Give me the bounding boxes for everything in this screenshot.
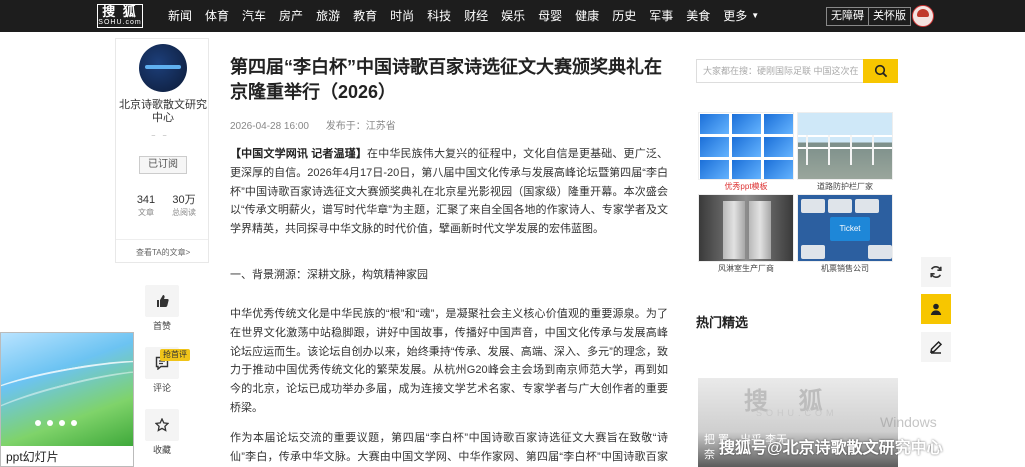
follow-button[interactable]: 已订阅 [139, 156, 187, 174]
star-icon[interactable] [145, 409, 179, 441]
like-action[interactable]: 首赞 [145, 285, 179, 333]
nav-item[interactable]: 时尚 [390, 0, 414, 32]
nav-item[interactable]: 教育 [353, 0, 377, 32]
logo-subtext: SOHU.com [98, 19, 142, 26]
reads-stat: 30万 总阅读 [166, 194, 202, 219]
ppt-popup-label[interactable]: ppt幻灯片 [6, 449, 59, 465]
article-paragraph-1-text: 在中华民族伟大复兴的征程中，文化自信是更基础、更广泛、更深厚的自信。2026年4… [230, 148, 669, 236]
publish-origin: 发布于：江苏省 [325, 121, 396, 132]
user-icon [930, 303, 942, 315]
ticket-key-label: Ticket [830, 217, 870, 241]
ppt-popup-ad[interactable]: ppt幻灯片 [0, 332, 134, 467]
nav-more-menu[interactable]: 更多 ▼ [723, 0, 759, 32]
see-author-articles-link[interactable]: 查看TA的文章> [136, 247, 190, 258]
search-input[interactable]: 大家都在搜：硬刚国际足联 中国这次在 [696, 59, 863, 83]
article-lead: 【中国文学网讯 记者温瑾】 [230, 148, 368, 160]
nav-item[interactable]: 母婴 [538, 0, 562, 32]
reads-count: 30万 [172, 194, 196, 206]
accessibility-button[interactable]: 无障碍 [827, 8, 868, 25]
article-title: 第四届“李白杯”中国诗歌百家诗选征文大赛颁奖典礼在京隆重举行（2026） [230, 57, 662, 102]
nav-item[interactable]: 美食 [686, 0, 710, 32]
windows-activation-watermark: Windows [880, 414, 937, 430]
like-label: 首赞 [152, 321, 171, 331]
sohu-account-button[interactable] [921, 294, 951, 324]
author-name[interactable]: 北京诗歌散文研究中心 [116, 99, 210, 125]
ad-ppt-template[interactable]: 优秀ppt模板 [698, 112, 794, 192]
articles-label: 文章 [138, 208, 154, 217]
sohu-account-watermark: 搜狐号@北京诗歌散文研究中心 [719, 440, 943, 457]
search-icon [874, 64, 887, 78]
ad-ppt-image[interactable] [698, 112, 794, 180]
hot-picks-title: 热门精选 [696, 315, 749, 330]
reads-label: 总阅读 [172, 208, 196, 217]
ad-guardrail-image[interactable] [797, 112, 893, 180]
nav-item[interactable]: 健康 [575, 0, 599, 32]
care-mode-button[interactable]: 关怀版 [868, 8, 910, 25]
nav-item[interactable]: 历史 [612, 0, 636, 32]
article-paragraph-3: 作为本届论坛交流的重要议题，第四届“李白杯”中国诗歌百家诗选征文大赛旨在致敬“诗… [230, 432, 668, 463]
write-button[interactable] [921, 332, 951, 362]
nav-more-label: 更多 [723, 9, 748, 23]
nav-item[interactable]: 新闻 [168, 0, 192, 32]
page: 搜 狐 SOHU.com 新闻 体育 汽车 房产 旅游 教育 时尚 科技 财经 娱乐 母婴 健康 历史军… [0, 0, 1025, 467]
ad-road-guardrail[interactable]: 道路防护栏厂家 [797, 112, 893, 192]
top-navigation-bar: 搜 狐 SOHU.com 新闻 体育 汽车 房产 旅游 教育 时尚 科技 财经 娱乐 母婴 健康 历史军… [0, 0, 1025, 32]
channel-nav: 新闻 体育 汽车 房产 旅游 教育 时尚 科技 财经 娱乐 母婴 健康 历史 军事 美食 更多 ▼ [168, 0, 772, 32]
search-button[interactable] [863, 59, 898, 83]
nav-item[interactable]: 房产 [279, 0, 303, 32]
author-avatar[interactable] [139, 44, 187, 92]
refresh-icon [930, 266, 942, 278]
nav-item[interactable]: 军事 [649, 0, 673, 32]
ad-caption[interactable]: 机票销售公司 [797, 263, 893, 274]
comment-label: 评论 [152, 383, 171, 393]
article-paragraph-2: 中华优秀传统文化是中华民族的“根”和“魂”，是凝聚社会主义核心价值观的重要源泉。… [230, 308, 668, 414]
first-comment-tag: 抢首评 [160, 349, 190, 361]
search-box: 大家都在搜：硬刚国际足联 中国这次在 [696, 59, 898, 83]
article-section-heading: 一、背景溯源：深耕文脉，构筑精神家园 [230, 269, 428, 281]
nav-item[interactable]: 旅游 [316, 0, 340, 32]
logo-text: 搜 狐 [102, 4, 138, 19]
nav-item[interactable]: 娱乐 [501, 0, 525, 32]
articles-count: 341 [136, 194, 156, 206]
thumbs-up-icon[interactable] [145, 285, 179, 317]
nav-item[interactable]: 财经 [464, 0, 488, 32]
ad-caption[interactable]: 道路防护栏厂家 [797, 181, 893, 192]
pencil-icon [930, 340, 943, 354]
collect-label: 收藏 [152, 445, 171, 455]
ad-caption[interactable]: 风淋室生产厂商 [698, 263, 794, 274]
chevron-down-icon: ▼ [751, 11, 760, 20]
ad-ticket-sales[interactable]: Ticket 机票销售公司 [797, 194, 893, 274]
articles-stat: 341 文章 [128, 194, 164, 219]
ad-air-shower-image[interactable] [698, 194, 794, 262]
ad-caption[interactable]: 优秀ppt模板 [698, 181, 794, 192]
refresh-button[interactable] [921, 257, 951, 287]
ad-air-shower[interactable]: 风淋室生产厂商 [698, 194, 794, 274]
nav-item[interactable]: 体育 [205, 0, 229, 32]
user-avatar[interactable] [912, 5, 934, 27]
ad-ticket-image[interactable]: Ticket [797, 194, 893, 262]
sohu-logo[interactable]: 搜 狐 SOHU.com [97, 4, 143, 28]
author-badge-icon: ⁻ ⁻ [151, 132, 170, 142]
collect-action[interactable]: 收藏 [145, 409, 179, 457]
card-divider [116, 239, 208, 240]
publish-date: 2026-04-28 16:00 [230, 121, 309, 132]
article-meta: 2026-04-28 16:00 发布于：江苏省 [230, 117, 396, 132]
nav-item[interactable]: 汽车 [242, 0, 266, 32]
accessibility-switch: 无障碍 关怀版 [826, 7, 911, 26]
nav-item[interactable]: 科技 [427, 0, 451, 32]
ppt-popup-image[interactable] [1, 333, 133, 446]
image-watermark-sub: SOHU.COM [756, 408, 838, 418]
author-card: 北京诗歌散文研究中心 ⁻ ⁻ 已订阅 341 文章 30万 总阅读 查看TA的文… [115, 38, 209, 263]
article-paragraph-1: 【中国文学网讯 记者温瑾】在中华民族伟大复兴的征程中，文化自信是更基础、更广泛、… [230, 145, 668, 239]
